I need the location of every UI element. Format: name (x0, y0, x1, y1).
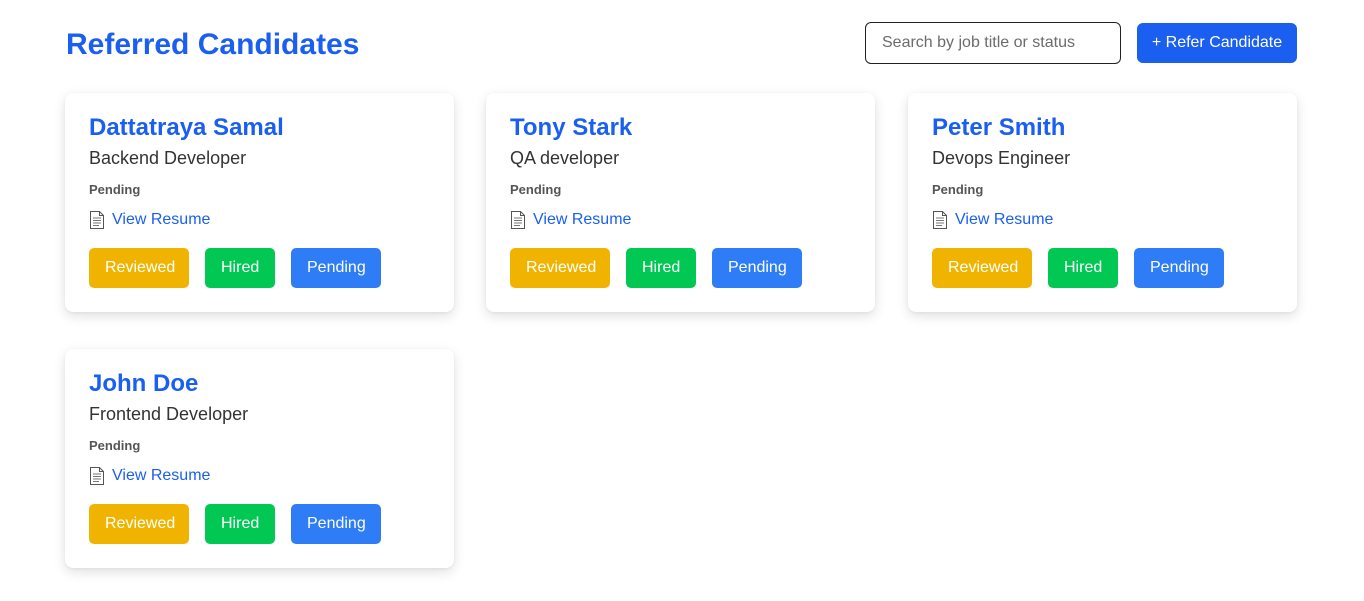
candidate-name: Tony Stark (510, 114, 633, 141)
view-resume-label: View Resume (955, 211, 1054, 228)
candidate-name: Peter Smith (932, 114, 1066, 141)
view-resume-link[interactable]: View Resume (89, 210, 210, 230)
pending-button[interactable]: Pending (1134, 248, 1224, 288)
candidate-status: Pending (932, 182, 984, 197)
candidate-card: Peter Smith Devops Engineer Pending View… (908, 93, 1297, 312)
candidate-status: Pending (89, 182, 141, 197)
candidate-role: QA developer (510, 148, 620, 168)
hired-button[interactable]: Hired (205, 248, 275, 288)
status-actions: Reviewed Hired Pending (89, 248, 381, 288)
status-actions: Reviewed Hired Pending (932, 248, 1224, 288)
view-resume-label: View Resume (533, 211, 632, 228)
pending-button[interactable]: Pending (291, 504, 381, 544)
candidate-role: Backend Developer (89, 148, 247, 168)
candidate-name: John Doe (89, 370, 199, 397)
candidate-card: John Doe Frontend Developer Pending View… (65, 349, 454, 568)
hired-button[interactable]: Hired (626, 248, 696, 288)
pending-button[interactable]: Pending (291, 248, 381, 288)
candidate-card: Dattatraya Samal Backend Developer Pendi… (65, 93, 454, 312)
view-resume-link[interactable]: View Resume (932, 210, 1053, 230)
hired-button[interactable]: Hired (1048, 248, 1118, 288)
candidate-role: Frontend Developer (89, 404, 249, 424)
status-actions: Reviewed Hired Pending (89, 504, 381, 544)
candidate-status: Pending (89, 438, 141, 453)
view-resume-link[interactable]: View Resume (510, 210, 631, 230)
page-title: Referred Candidates (66, 28, 360, 61)
search-input[interactable] (865, 22, 1121, 64)
refer-candidate-button[interactable]: + Refer Candidate (1137, 23, 1297, 63)
candidate-status: Pending (510, 182, 562, 197)
candidate-role: Devops Engineer (932, 148, 1071, 168)
candidate-card: Tony Stark QA developer Pending View Res… (486, 93, 875, 312)
pending-button[interactable]: Pending (712, 248, 802, 288)
reviewed-button[interactable]: Reviewed (510, 248, 610, 288)
document-icon (933, 211, 947, 229)
reviewed-button[interactable]: Reviewed (89, 248, 189, 288)
view-resume-label: View Resume (112, 467, 211, 484)
view-resume-link[interactable]: View Resume (89, 466, 210, 486)
status-actions: Reviewed Hired Pending (510, 248, 802, 288)
document-icon (90, 211, 104, 229)
hired-button[interactable]: Hired (205, 504, 275, 544)
reviewed-button[interactable]: Reviewed (932, 248, 1032, 288)
page: Referred Candidates + Refer Candidate Da… (0, 0, 1364, 601)
candidate-name: Dattatraya Samal (89, 114, 284, 141)
reviewed-button[interactable]: Reviewed (89, 504, 189, 544)
document-icon (90, 467, 104, 485)
view-resume-label: View Resume (112, 211, 211, 228)
document-icon (511, 211, 525, 229)
